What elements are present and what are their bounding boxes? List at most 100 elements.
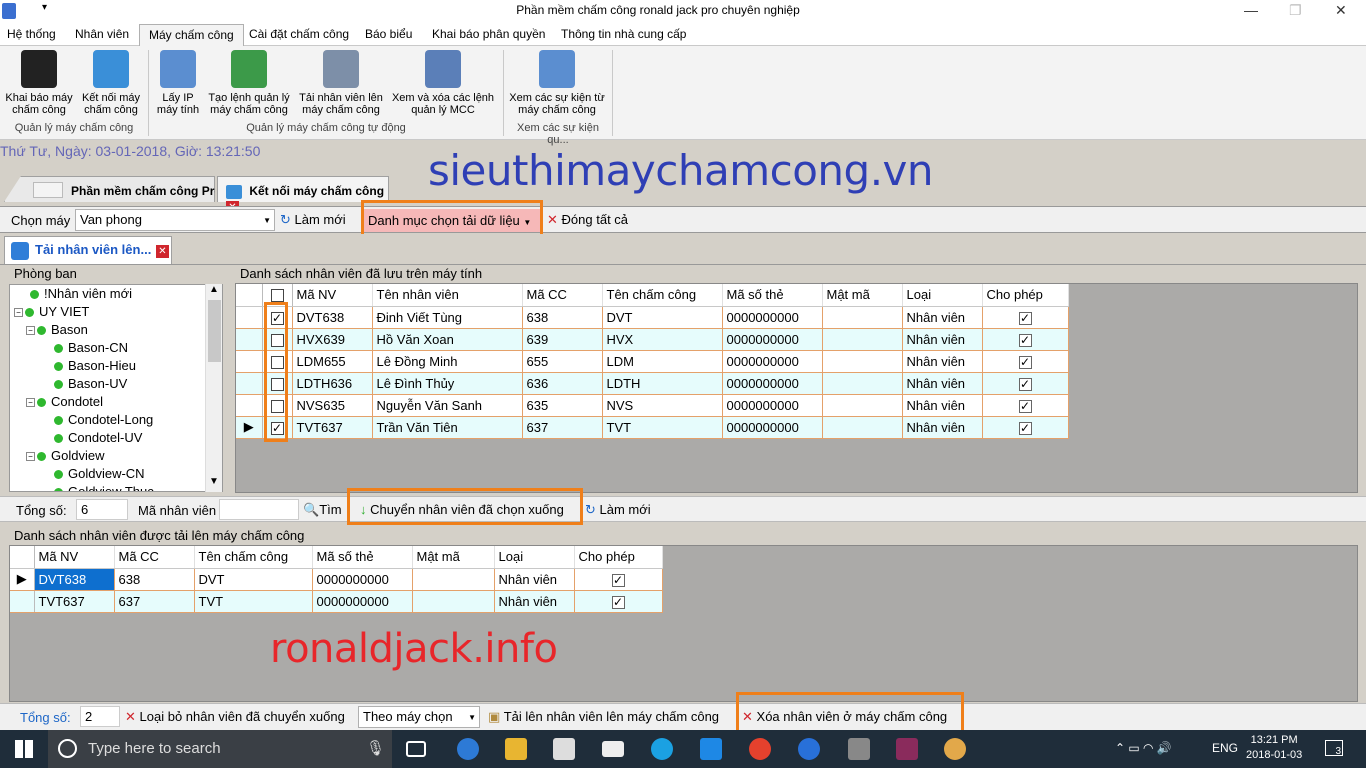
cell-the[interactable]: 0000000000 (312, 568, 413, 591)
tree-node[interactable]: !Nhân viên mới (26, 286, 132, 301)
cell-cho-phep[interactable]: ✓ (982, 328, 1069, 351)
table-row[interactable]: ▶ DVT638 638 DVT 0000000000 Nhân viên ✓ (10, 568, 663, 591)
cell-ma_nv[interactable]: DVT638 (292, 306, 373, 329)
checkbox[interactable]: ✓ (1018, 377, 1032, 391)
cell-ten_cc[interactable]: NVS (602, 394, 723, 417)
column-header[interactable]: Tên chấm công (602, 284, 723, 307)
cell-loai[interactable]: Nhân viên (902, 372, 983, 395)
cell-the[interactable]: 0000000000 (312, 590, 413, 613)
cell-ten_cc[interactable]: DVT (194, 568, 313, 591)
row-selector[interactable] (236, 328, 263, 351)
cell-the[interactable]: 0000000000 (722, 350, 823, 373)
row-selector[interactable]: ▶ (10, 568, 35, 591)
cell-cho-phep[interactable]: ✓ (982, 372, 1069, 395)
close-tab-icon[interactable]: ✕ (156, 245, 169, 258)
table-row[interactable]: LDTH636 Lê Đình Thủy 636 LDTH 0000000000 Nhân… (236, 372, 1069, 395)
cell-ma_nv[interactable]: HVX639 (292, 328, 373, 351)
teamviewer-icon[interactable] (798, 738, 820, 760)
cell-ten[interactable]: Hồ Văn Xoan (372, 328, 523, 351)
khai-bao-may-button[interactable]: Khai báo máy chấm công (2, 50, 76, 116)
cell-loai[interactable]: Nhân viên (494, 590, 575, 613)
cell-ten[interactable]: Nguyễn Văn Sanh (372, 394, 523, 417)
checkbox[interactable]: ✓ (1018, 399, 1032, 413)
column-header[interactable]: Mã số thẻ (312, 546, 413, 569)
column-header[interactable]: Mã số thẻ (722, 284, 823, 307)
cell-mat_ma[interactable] (822, 372, 903, 395)
table-row[interactable]: NVS635 Nguyễn Văn Sanh 635 NVS 0000000000 Nhâ… (236, 394, 1069, 417)
tab-bao-bieu[interactable]: Báo biểu (365, 27, 412, 41)
winrar-icon[interactable] (896, 738, 918, 760)
cell-cho-phep[interactable]: ✓ (574, 590, 663, 613)
cell-loai[interactable]: Nhân viên (902, 416, 983, 439)
cell-mat_ma[interactable] (822, 328, 903, 351)
cell-cho-phep[interactable]: ✓ (574, 568, 663, 591)
cell-ten_cc[interactable]: TVT (194, 590, 313, 613)
column-header[interactable]: Mã CC (522, 284, 603, 307)
tree-node[interactable]: − Bason (26, 322, 88, 337)
cell-mat_ma[interactable] (822, 350, 903, 373)
column-header[interactable]: Cho phép (982, 284, 1069, 307)
cell-mat_ma[interactable] (822, 394, 903, 417)
checkbox[interactable] (270, 289, 284, 303)
cell-cho-phep[interactable]: ✓ (982, 306, 1069, 329)
column-header[interactable]: Loại (902, 284, 983, 307)
tai-nhan-vien-len-button[interactable]: Tải nhân viên lên máy chấm công (296, 50, 386, 116)
upload-grid[interactable]: Mã NV Mã CC Tên chấm công Mã số thẻ Mật mã Lo… (10, 546, 663, 613)
zalo-icon[interactable] (700, 738, 722, 760)
checkbox[interactable]: ✓ (1018, 421, 1032, 435)
tab-cai-dat-cham-cong[interactable]: Cài đặt chấm công (249, 27, 349, 41)
tree-node[interactable]: Condotel-Long (50, 412, 153, 427)
cell-ten[interactable]: Trần Văn Tiên (372, 416, 523, 439)
column-header[interactable]: Tên nhân viên (372, 284, 523, 307)
cell-ma_cc[interactable]: 637 (114, 590, 195, 613)
chrome-icon[interactable] (749, 738, 771, 760)
cell-ma_nv[interactable]: DVT638 (34, 568, 115, 591)
row-selector[interactable] (236, 306, 263, 329)
lay-ip-button[interactable]: Lấy IP máy tính (152, 50, 204, 116)
tree-node[interactable]: − Goldview (26, 448, 104, 463)
cell-ma_cc[interactable]: 637 (522, 416, 603, 439)
lam-moi-button[interactable]: ↻ Làm mới (280, 212, 346, 228)
checkbox[interactable]: ✓ (1018, 355, 1032, 369)
tao-lenh-button[interactable]: Tạo lệnh quản lý máy chấm công (205, 50, 293, 116)
cell-mat_ma[interactable] (822, 416, 903, 439)
table-row[interactable]: ✓ DVT638 Đinh Viết Tùng 638 DVT 0000000000 Nhâ… (236, 306, 1069, 329)
theo-may-select[interactable]: Theo máy chọn ▼ (358, 706, 480, 728)
table-row[interactable]: ▶ ✓ TVT637 Trần Văn Tiên 637 TVT 0000000000 Nhâ… (236, 416, 1069, 439)
cell-ma_nv[interactable]: NVS635 (292, 394, 373, 417)
cell-mat_ma[interactable] (822, 306, 903, 329)
cell-loai[interactable]: Nhân viên (902, 394, 983, 417)
scroll-thumb[interactable] (208, 300, 221, 362)
app-icon[interactable] (848, 738, 870, 760)
column-header[interactable]: Loại (494, 546, 575, 569)
cell-ma_nv[interactable]: TVT637 (34, 590, 115, 613)
dong-tat-ca-button[interactable]: ✕ Đóng tất cả (547, 212, 628, 228)
column-header[interactable]: Cho phép (574, 546, 663, 569)
tree-node[interactable]: Goldview Thuc (50, 484, 154, 491)
ma-nhan-vien-input[interactable] (219, 499, 299, 520)
tab-may-cham-cong[interactable]: Máy chấm công (139, 24, 244, 47)
row-selector[interactable]: ▶ (236, 416, 263, 439)
ket-noi-may-button[interactable]: Kết nối máy chấm công (78, 50, 144, 116)
tree-node[interactable]: Bason-UV (50, 376, 127, 391)
cell-ten_cc[interactable]: DVT (602, 306, 723, 329)
windows-start-icon[interactable] (15, 740, 33, 758)
checkbox[interactable]: ✓ (1018, 311, 1032, 325)
tab-he-thong[interactable]: Hệ thống (7, 27, 56, 41)
lam-moi-2-button[interactable]: ↻ Làm mới (585, 502, 651, 518)
tree-node[interactable]: Bason-Hieu (50, 358, 136, 373)
maximize-button[interactable]: ❐ (1289, 2, 1302, 19)
loai-bo-button[interactable]: ✕ Loại bỏ nhân viên đã chuyển xuống (125, 709, 345, 725)
cell-loai[interactable]: Nhân viên (902, 328, 983, 351)
microphone-icon[interactable]: 🎙 (366, 739, 385, 757)
clock[interactable]: 13:21 PM 2018-01-03 (1246, 733, 1302, 763)
task-view-icon[interactable] (406, 741, 426, 757)
cell-mat_ma[interactable] (412, 590, 495, 613)
cell-ten[interactable]: Đinh Viết Tùng (372, 306, 523, 329)
tab-thong-tin-nha-cung-cap[interactable]: Thông tin nhà cung cấp (561, 27, 686, 41)
checkbox[interactable]: ✓ (611, 595, 625, 609)
tai-len-button[interactable]: ▣ Tải lên nhân viên lên máy chấm công (488, 709, 719, 725)
tree-scrollbar[interactable]: ▲ ▼ (205, 284, 222, 492)
cell-cho-phep[interactable]: ✓ (982, 416, 1069, 439)
tree-node[interactable]: − UY VIET (14, 304, 89, 319)
